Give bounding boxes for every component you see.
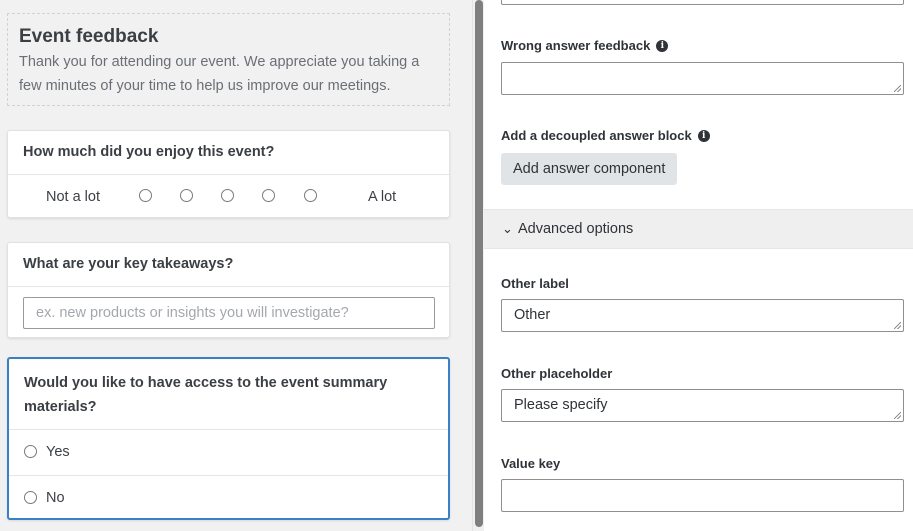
other-label-field[interactable]: Other: [501, 299, 904, 332]
decoupled-label-text: Add a decoupled answer block: [501, 128, 692, 143]
option-label-yes: Yes: [46, 444, 70, 460]
other-placeholder-field[interactable]: Please specify: [501, 389, 904, 422]
rating-radio-5[interactable]: [304, 189, 317, 202]
scrollbar-thumb[interactable]: [475, 0, 483, 527]
info-icon[interactable]: i: [697, 129, 710, 142]
resize-grip-icon[interactable]: [894, 412, 901, 419]
question-label: Would you like to have access to the eve…: [24, 375, 388, 415]
other-placeholder-value: Please specify: [514, 397, 608, 413]
option-radio-no[interactable]: [24, 491, 37, 504]
form-title: Event feedback: [19, 26, 159, 47]
settings-pane: Wrong answer feedback i Add a decoupled …: [484, 0, 913, 531]
value-key-label-text: Value key: [501, 456, 561, 471]
rating-high-label: A lot: [368, 189, 397, 205]
advanced-options-toggle[interactable]: ⌄ Advanced options: [484, 209, 913, 249]
other-placeholder-label: Other placeholder: [501, 366, 612, 381]
other-label-label: Other label: [501, 276, 569, 291]
pane-scrollbar[interactable]: [472, 0, 484, 531]
rating-low-label: Not a lot: [46, 189, 100, 205]
add-answer-component-button[interactable]: Add answer component: [501, 153, 678, 185]
option-row-no[interactable]: No: [9, 476, 448, 521]
other-label-label-text: Other label: [501, 276, 569, 291]
wrong-answer-label: Wrong answer feedback i: [501, 38, 669, 53]
question-label: How much did you enjoy this event?: [23, 144, 275, 160]
advanced-options-label: Advanced options: [518, 221, 634, 237]
wrong-answer-field[interactable]: [501, 62, 904, 95]
chevron-down-icon: ⌄: [502, 221, 513, 236]
rating-radio-4[interactable]: [262, 189, 275, 202]
rating-radio-1[interactable]: [139, 189, 152, 202]
other-placeholder-label-text: Other placeholder: [501, 366, 613, 381]
option-label-no: No: [46, 490, 65, 506]
question-label: What are your key takeaways?: [23, 256, 234, 272]
rating-radio-3[interactable]: [221, 189, 234, 202]
value-key-label: Value key: [501, 456, 560, 471]
rating-radio-2[interactable]: [180, 189, 193, 202]
rating-scale: Not a lot A lot: [8, 175, 449, 219]
resize-grip-icon[interactable]: [894, 0, 901, 2]
wrong-answer-label-text: Wrong answer feedback: [501, 38, 651, 53]
option-row-yes[interactable]: Yes: [9, 430, 448, 475]
value-key-field[interactable]: [501, 479, 904, 512]
question-card-rating[interactable]: How much did you enjoy this event? Not a…: [7, 130, 450, 218]
resize-grip-icon[interactable]: [894, 322, 901, 329]
form-header[interactable]: Event feedback Thank you for attending o…: [7, 13, 450, 106]
form-preview-pane: Event feedback Thank you for attending o…: [0, 0, 472, 531]
info-icon[interactable]: i: [656, 39, 669, 52]
divider: [8, 286, 449, 287]
resize-grip-icon[interactable]: [894, 85, 901, 92]
option-radio-yes[interactable]: [24, 445, 37, 458]
question-card-text[interactable]: What are your key takeaways? ex. new pro…: [7, 242, 450, 338]
other-label-value: Other: [514, 307, 551, 323]
takeaways-input[interactable]: ex. new products or insights you will in…: [23, 297, 435, 329]
decoupled-label: Add a decoupled answer block i: [501, 128, 710, 143]
question-card-choice-selected[interactable]: Would you like to have access to the eve…: [7, 357, 450, 520]
previous-field[interactable]: [501, 0, 904, 5]
form-description: Thank you for attending our event. We ap…: [19, 54, 420, 94]
